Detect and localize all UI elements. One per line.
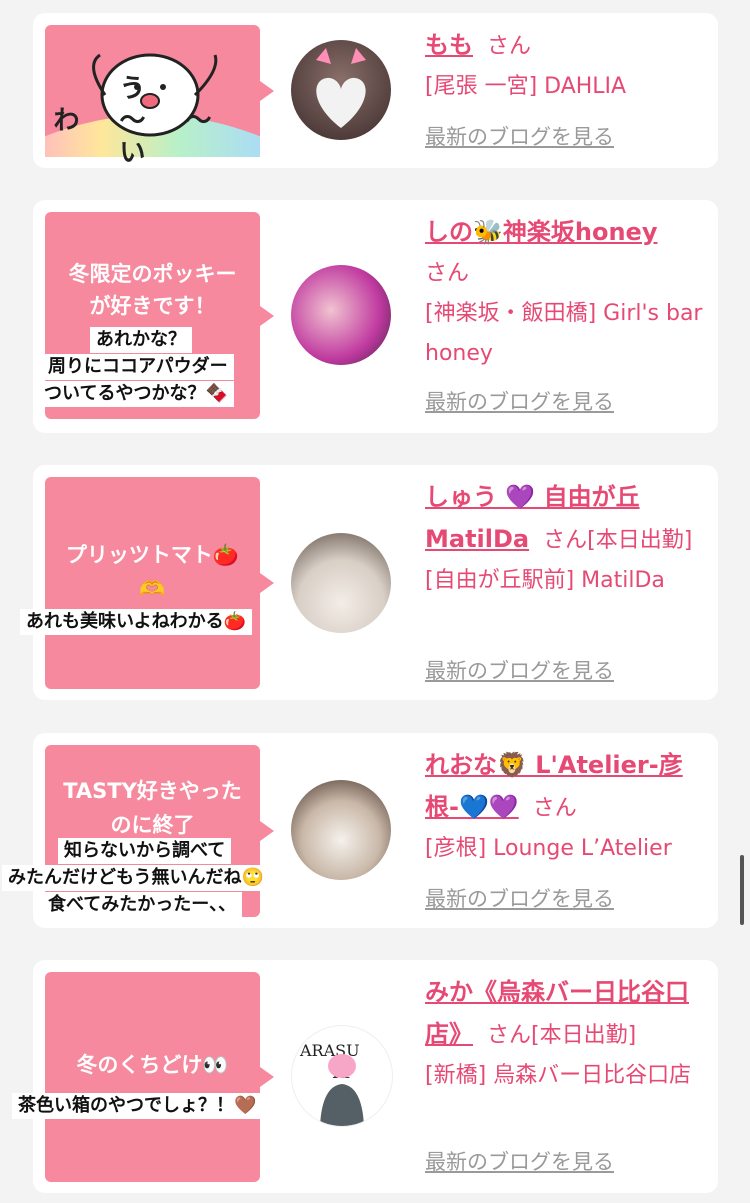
- bubble-caption-line2: が好きです！: [89, 294, 216, 318]
- shop-info: [新橋] 烏森バー日比谷口店: [425, 1063, 692, 1088]
- shop-info: [尾張 一宮] DAHLIA: [425, 74, 627, 99]
- bubble-caption: うわ〜〜い: [53, 74, 252, 168]
- honorific: さん: [487, 34, 532, 59]
- bubble-caption: 冬のくちどけ👀: [76, 1053, 229, 1077]
- bubble-caption-line1: TASTY好きやった: [63, 779, 242, 803]
- latest-blog-link[interactable]: 最新のブログを見る: [425, 121, 614, 151]
- comment-overlay-line: みたんだけどもう無いんだね🙄: [2, 865, 270, 891]
- avatar[interactable]: [291, 265, 391, 365]
- post-card[interactable]: 冬のくちどけ👀 ARASU RI みか《烏森バー日比谷口店》さん[本日出勤] […: [33, 960, 718, 1193]
- bubble-caption-line2: 🫶: [139, 577, 166, 601]
- honorific: さん[本日出勤]: [543, 528, 693, 553]
- post-bubble[interactable]: プリッツトマト🍅 🫶: [45, 477, 274, 689]
- comment-overlay-line: 食べてみたかったー、、: [42, 892, 243, 918]
- post-card[interactable]: プリッツトマト🍅 🫶 しゅう 💜 自由が丘 MatilDa さん[本日出勤] [自…: [33, 465, 718, 700]
- heart-icon: [316, 48, 366, 128]
- comment-overlay-line: 周りにココアパウダー: [42, 354, 234, 380]
- portrait-image: ARASU RI: [299, 1041, 364, 1126]
- bubble-caption-line1: 冬限定のポッキー: [68, 262, 237, 286]
- latest-blog-link[interactable]: 最新のブログを見る: [425, 883, 614, 913]
- shop-info: [彦根] Lounge L’Atelier: [425, 836, 672, 861]
- avatar[interactable]: ARASU RI: [291, 1025, 393, 1127]
- comment-overlay-line: ついてるやつかな？🍫: [38, 381, 234, 407]
- honorific: さん[本日出勤]: [487, 1023, 637, 1048]
- bubble-caption-line2: のに終了: [110, 813, 195, 837]
- honorific: さん: [532, 796, 577, 821]
- comment-overlay-line: あれかな？: [90, 327, 192, 353]
- shop-info: [神楽坂・飯田橋] Girl's bar honey: [425, 301, 703, 366]
- avatar[interactable]: [291, 780, 391, 880]
- latest-blog-link[interactable]: 最新のブログを見る: [425, 1146, 614, 1176]
- latest-blog-link[interactable]: 最新のブログを見る: [425, 386, 614, 416]
- comment-overlay-line: あれも美味いよねわかる🍅: [20, 609, 253, 635]
- comment-overlay-line: 茶色い箱のやつでしょ？！🤎: [12, 1093, 263, 1119]
- honorific: さん: [425, 261, 470, 286]
- comment-overlay-line: 知らないから調べて: [58, 838, 232, 864]
- poster-name-link[interactable]: もも: [425, 31, 473, 59]
- shop-info: [自由が丘駅前] MatilDa: [425, 568, 665, 593]
- avatar[interactable]: [291, 533, 391, 633]
- scrollbar[interactable]: [740, 855, 744, 925]
- post-card[interactable]: うわ〜〜い もも さん [尾張 一宮] DAHLIA 最新のブログを見る: [33, 13, 718, 168]
- latest-blog-link[interactable]: 最新のブログを見る: [425, 655, 614, 685]
- bubble-caption-line1: プリッツトマト🍅: [65, 543, 240, 567]
- post-bubble[interactable]: うわ〜〜い: [45, 25, 274, 168]
- avatar[interactable]: [291, 40, 391, 140]
- post-bubble[interactable]: 冬のくちどけ👀: [45, 972, 274, 1182]
- poster-name-link[interactable]: しの🐝神楽坂honey: [425, 218, 657, 246]
